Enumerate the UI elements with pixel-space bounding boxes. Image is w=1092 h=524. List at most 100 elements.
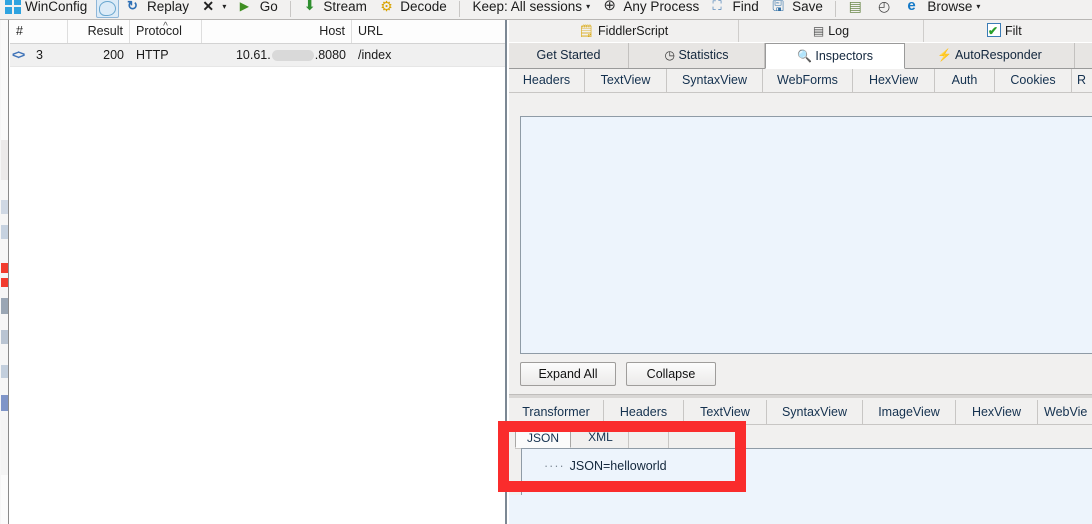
sort-ascending-icon: ^ bbox=[163, 21, 168, 32]
tab-response-webview[interactable]: WebVie bbox=[1038, 400, 1092, 424]
tab-request-headers[interactable]: Headers bbox=[509, 69, 585, 92]
target-globe-icon: ⊕ bbox=[603, 0, 616, 14]
tab-autoresponder[interactable]: ⚡ AutoResponder bbox=[905, 43, 1075, 68]
tab-response-headers[interactable]: Headers bbox=[604, 400, 684, 424]
toolbar-button-any-process[interactable]: ⊕ Any Process bbox=[598, 0, 704, 16]
table-row[interactable]: <> 3 200 HTTP 10.61. .8080 /index bbox=[10, 44, 505, 67]
cell-protocol: HTTP bbox=[136, 48, 169, 62]
tab-inspectors[interactable]: 🔍 Inspectors bbox=[765, 43, 905, 69]
toolbar-label-replay: Replay bbox=[146, 0, 189, 14]
replay-icon: ↻ bbox=[126, 0, 138, 13]
decode-gear-icon: ⚙ bbox=[380, 0, 393, 14]
secondary-tab-strip: 🗒FiddlerScript ▤Log Filt bbox=[509, 20, 1092, 43]
toolbar-button-screenshot[interactable]: ▤ bbox=[844, 0, 870, 16]
tab-request-raw[interactable]: R bbox=[1072, 69, 1092, 92]
tab-response-hexview[interactable]: HexView bbox=[956, 400, 1038, 424]
toolbar-button-decode[interactable]: ⚙ Decode bbox=[375, 0, 452, 16]
cell-num: 3 bbox=[36, 48, 43, 62]
chevron-down-icon: ▾ bbox=[586, 1, 591, 11]
toolbar-button-comment[interactable] bbox=[95, 0, 119, 18]
json-tree-node[interactable]: ···· JSON=helloworld bbox=[544, 459, 667, 473]
toolbar-divider bbox=[459, 1, 461, 17]
toolbar-button-keep-sessions[interactable]: Keep: All sessions ▾ bbox=[468, 0, 596, 16]
comment-bubble-icon bbox=[98, 0, 116, 16]
column-header-host[interactable]: Host bbox=[202, 20, 352, 43]
response-inspector-tab-strip: Transformer Headers TextView SyntaxView … bbox=[509, 400, 1092, 425]
toolbar-label-go: Go bbox=[259, 0, 278, 14]
toolbar-button-replay[interactable]: ↻ Replay bbox=[122, 0, 194, 16]
sessions-column-header: # Result ^ Protocol Host URL bbox=[10, 20, 505, 44]
stream-down-arrow-icon: ⬇ bbox=[303, 0, 316, 14]
toolbar-button-go[interactable]: ▶ Go bbox=[235, 0, 283, 16]
sessions-list-panel[interactable]: # Result ^ Protocol Host URL <> 3 200 HT… bbox=[10, 20, 507, 524]
column-header-url[interactable]: URL bbox=[352, 20, 505, 43]
format-tab-strip: JSON XML bbox=[515, 426, 1092, 449]
toolbar-divider bbox=[290, 1, 292, 17]
toolbar-label-browse: Browse bbox=[927, 0, 973, 14]
windows-logo-icon bbox=[5, 0, 21, 14]
toolbar-label-decode: Decode bbox=[400, 0, 447, 14]
expand-all-button[interactable]: Expand All bbox=[520, 362, 616, 386]
cell-host: 10.61. .8080 bbox=[202, 44, 352, 66]
tab-fiddlerscript[interactable]: 🗒 FiddlerScript bbox=[509, 20, 739, 42]
tab-request-syntaxview[interactable]: SyntaxView bbox=[667, 69, 763, 92]
inspectors-panel: 🗒FiddlerScript ▤Log Filt Get Started ◷ S… bbox=[509, 20, 1092, 524]
background-window-sliver bbox=[0, 20, 9, 524]
toolbar-label-keep-sessions: Keep: All sessions bbox=[472, 0, 583, 14]
screenshot-camera-icon: ▤ bbox=[848, 0, 862, 14]
toolbar-button-timer[interactable]: ◴ bbox=[873, 0, 899, 16]
tab-format-json[interactable]: JSON bbox=[515, 427, 571, 448]
column-header-result[interactable]: Result bbox=[68, 20, 130, 43]
tab-request-cookies[interactable]: Cookies bbox=[995, 69, 1072, 92]
panel-splitter[interactable] bbox=[509, 394, 1092, 398]
tab-request-webforms[interactable]: WebForms bbox=[763, 69, 853, 92]
checkbox-checked-icon[interactable] bbox=[987, 20, 1001, 42]
tab-statistics[interactable]: ◷ Statistics bbox=[629, 43, 765, 68]
json-tree-node-label: JSON=helloworld bbox=[569, 459, 667, 473]
play-icon: ▶ bbox=[239, 0, 249, 13]
chevron-down-icon: ▾ bbox=[222, 1, 227, 11]
request-inspector-tab-strip: Headers TextView SyntaxView WebForms Hex… bbox=[509, 69, 1092, 93]
toolbar-label-find: Find bbox=[732, 0, 759, 14]
toolbar-button-browse[interactable]: e Browse ▾ bbox=[902, 0, 985, 16]
code-brackets-icon: <> bbox=[12, 47, 25, 62]
tab-request-hexview[interactable]: HexView bbox=[853, 69, 935, 92]
toolbar-label-save: Save bbox=[792, 0, 823, 14]
tab-get-started[interactable]: Get Started bbox=[509, 43, 629, 68]
request-body-viewer[interactable] bbox=[520, 116, 1092, 354]
tab-format-xml[interactable]: XML bbox=[573, 427, 629, 448]
host-redaction-blob bbox=[271, 50, 314, 62]
tab-response-textview[interactable]: TextView bbox=[684, 400, 767, 424]
request-viewer-buttons: Expand All Collapse bbox=[509, 362, 1092, 394]
tab-request-auth[interactable]: Auth bbox=[935, 69, 995, 92]
toolbar-label-any-process: Any Process bbox=[623, 0, 700, 14]
toolbar-button-winconfig[interactable]: WinConfig bbox=[0, 0, 92, 16]
main-toolbar: WinConfig ↻ Replay ✕ ▾ ▶ Go ⬇ Stream ⚙ D… bbox=[0, 0, 1092, 20]
toolbar-button-remove[interactable]: ✕ ▾ bbox=[197, 0, 231, 16]
fiddlerscript-icon: 🗒 bbox=[578, 24, 595, 38]
toolbar-button-find[interactable]: ⛶ Find bbox=[708, 0, 764, 16]
tree-connector-icon: ···· bbox=[544, 459, 565, 473]
column-header-protocol[interactable]: ^ Protocol bbox=[130, 20, 202, 43]
tab-format-extra[interactable] bbox=[629, 427, 669, 448]
collapse-button[interactable]: Collapse bbox=[626, 362, 716, 386]
tab-log[interactable]: ▤ Log bbox=[739, 20, 924, 42]
tab-filters[interactable]: Filt bbox=[924, 20, 1092, 42]
tab-response-imageview[interactable]: ImageView bbox=[863, 400, 956, 424]
column-header-num[interactable]: # bbox=[10, 20, 68, 43]
toolbar-label-winconfig: WinConfig bbox=[25, 0, 88, 14]
tab-response-syntaxview[interactable]: SyntaxView bbox=[767, 400, 863, 424]
host-suffix: .8080 bbox=[314, 48, 346, 62]
tab-overflow[interactable] bbox=[1075, 43, 1092, 68]
toolbar-button-stream[interactable]: ⬇ Stream bbox=[298, 0, 372, 16]
remove-x-icon: ✕ bbox=[202, 0, 215, 14]
tab-response-transformer[interactable]: Transformer bbox=[509, 400, 604, 424]
autoresponder-bolt-icon: ⚡ bbox=[937, 48, 953, 62]
chevron-down-icon: ▾ bbox=[976, 1, 981, 11]
cell-result: 200 bbox=[103, 48, 124, 62]
toolbar-label-stream: Stream bbox=[323, 0, 367, 14]
toolbar-button-save[interactable]: 🖫 Save bbox=[767, 0, 828, 16]
main-tab-strip: Get Started ◷ Statistics 🔍 Inspectors ⚡ … bbox=[509, 43, 1092, 69]
tab-request-textview[interactable]: TextView bbox=[585, 69, 667, 92]
cell-url: /index bbox=[358, 48, 392, 62]
